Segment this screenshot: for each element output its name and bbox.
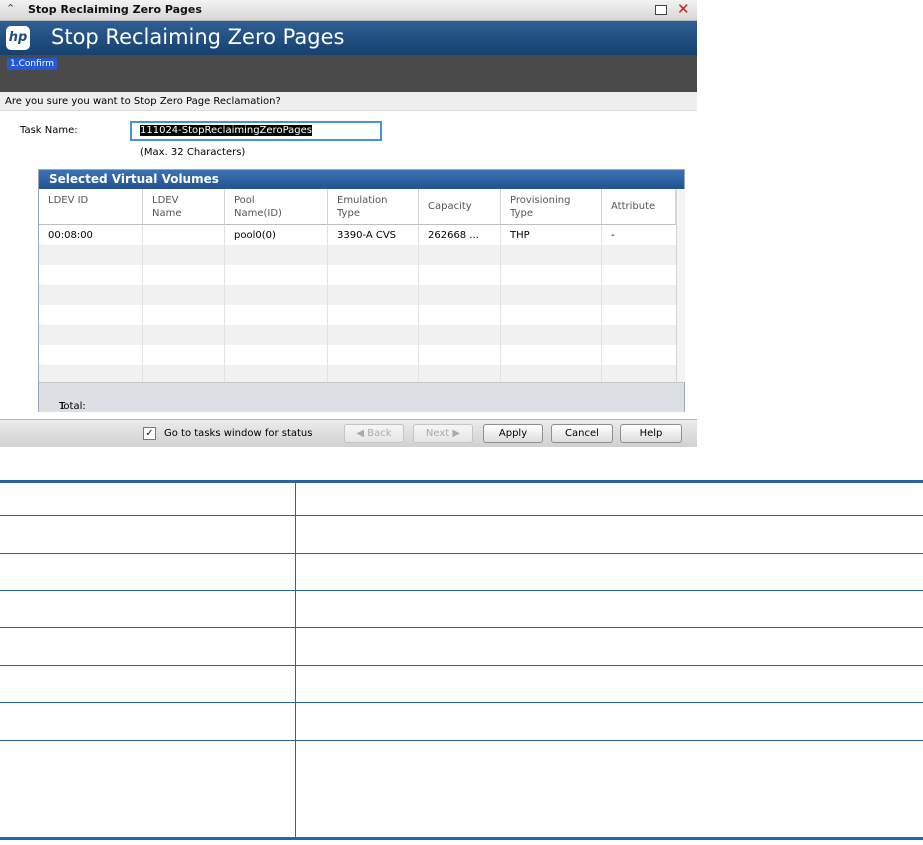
dialog-banner: hp Stop Reclaiming Zero Pages	[0, 21, 697, 55]
window-titlebar[interactable]: ⌃ Stop Reclaiming Zero Pages ✕	[0, 0, 697, 21]
task-name-input[interactable]: 111024-StopReclaimingZeroPages	[130, 121, 382, 141]
column-divider	[500, 225, 501, 382]
confirm-message-bar: Are you sure you want to Stop Zero Page …	[0, 92, 697, 111]
table-rule	[0, 665, 923, 666]
maximize-icon[interactable]	[655, 5, 667, 15]
close-icon[interactable]: ✕	[677, 1, 690, 17]
back-button[interactable]: ◀ Back	[344, 424, 404, 443]
tasks-window-checkbox-label[interactable]: Go to tasks window for status	[164, 428, 312, 439]
table-scrollbar[interactable]	[676, 189, 685, 382]
cancel-button[interactable]: Cancel	[551, 424, 613, 443]
apply-button[interactable]: Apply	[483, 424, 543, 443]
tasks-window-checkbox[interactable]: ✓	[143, 427, 156, 440]
column-divider	[142, 225, 143, 382]
dialog-footer: ✓ Go to tasks window for status ◀ Back N…	[0, 419, 697, 447]
table-bottom-rule	[0, 837, 923, 840]
panel-header: Selected Virtual Volumes	[39, 170, 684, 189]
table-rule	[0, 590, 923, 591]
table-row-empty	[39, 345, 677, 365]
dialog-heading: Stop Reclaiming Zero Pages	[51, 25, 345, 49]
table-row-empty	[39, 285, 677, 305]
help-button[interactable]: Help	[620, 424, 682, 443]
total-value: 1	[59, 401, 66, 412]
column-divider	[601, 225, 602, 382]
task-name-value: 111024-StopReclaimingZeroPages	[140, 125, 312, 136]
column-divider	[418, 225, 419, 382]
table-row-empty	[39, 325, 677, 345]
column-header-ldev-id[interactable]: LDEV ID	[39, 189, 143, 225]
hp-logo: hp	[6, 26, 30, 50]
table-row-empty	[39, 305, 677, 325]
column-header-attribute[interactable]: Attribute	[602, 189, 676, 225]
table-row[interactable]: 00:08:00 pool0(0) 3390-A CVS 262668 ... …	[39, 225, 677, 245]
checkmark-icon: ✓	[145, 428, 154, 439]
table-column-divider	[295, 483, 296, 837]
table-rule	[0, 553, 923, 554]
double-chevron-up-icon[interactable]: ⌃	[6, 2, 15, 15]
stop-reclaiming-dialog: ⌃ Stop Reclaiming Zero Pages ✕ hp Stop R…	[0, 0, 697, 447]
table-row-empty	[39, 265, 677, 285]
next-button[interactable]: Next ▶	[413, 424, 473, 443]
confirm-message: Are you sure you want to Stop Zero Page …	[5, 96, 281, 107]
selected-volumes-panel: Selected Virtual Volumes LDEV ID LDEV Na…	[38, 169, 685, 412]
wizard-step-bar: 1.Confirm	[0, 55, 697, 92]
task-name-label: Task Name:	[20, 125, 78, 136]
column-header-provisioning-type[interactable]: Provisioning Type	[501, 189, 602, 225]
column-header-capacity[interactable]: Capacity	[419, 189, 501, 225]
window-title: Stop Reclaiming Zero Pages	[28, 3, 202, 16]
column-header-pool-name[interactable]: Pool Name(ID)	[225, 189, 328, 225]
column-header-emulation-type[interactable]: Emulation Type	[328, 189, 419, 225]
table-rule	[0, 515, 923, 516]
column-divider	[327, 225, 328, 382]
column-header-ldev-name[interactable]: LDEV Name	[143, 189, 225, 225]
table-top-rule	[0, 480, 923, 483]
table-row-empty	[39, 245, 677, 265]
panel-title: Selected Virtual Volumes	[49, 172, 219, 186]
table-rule	[0, 702, 923, 703]
reference-table	[0, 480, 923, 845]
table-rule	[0, 627, 923, 628]
column-divider	[224, 225, 225, 382]
table-row-empty	[39, 365, 677, 382]
table-total-bar: Total: 1	[39, 382, 684, 412]
table-rule	[0, 740, 923, 741]
task-name-hint: (Max. 32 Characters)	[140, 147, 246, 158]
wizard-step-confirm[interactable]: 1.Confirm	[7, 58, 58, 70]
